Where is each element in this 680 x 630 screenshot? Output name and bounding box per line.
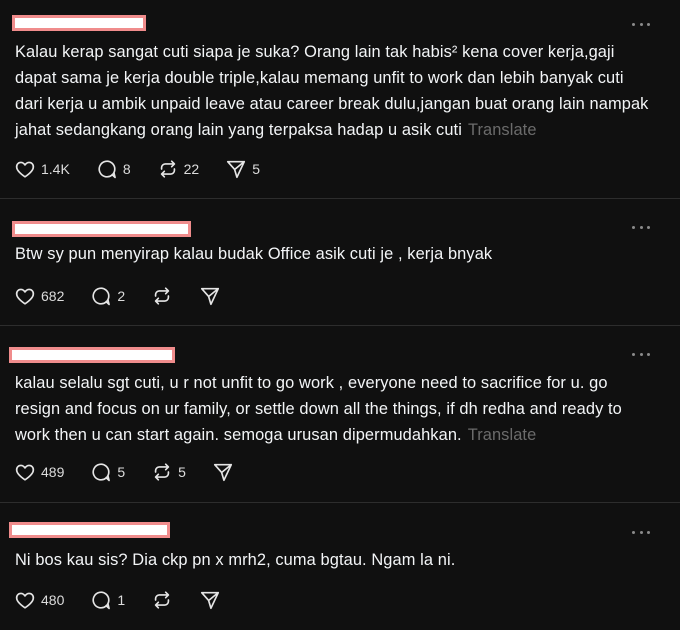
post-actions: 682 2 [14, 284, 247, 308]
translate-link[interactable]: Translate [468, 426, 537, 444]
heart-icon [15, 288, 35, 305]
post-actions: 480 1 [14, 588, 247, 612]
send-icon [213, 463, 233, 482]
translate-link[interactable]: Translate [468, 121, 537, 139]
comment-icon [98, 160, 116, 179]
post-actions: 1.4K 8 22 5 [14, 157, 286, 181]
reply-count: 5 [117, 464, 126, 480]
more-options-icon[interactable] [632, 529, 650, 535]
redacted-username [9, 347, 175, 363]
repost-icon [154, 463, 170, 481]
like-count: 682 [41, 288, 65, 304]
repost-button[interactable] [151, 589, 173, 611]
post-text: Ni bos kau sis? Dia ckp pn x mrh2, cuma … [15, 551, 456, 569]
reply-post: Ni bos kau sis? Dia ckp pn x mrh2, cuma … [0, 503, 680, 630]
like-button[interactable]: 682 [14, 285, 64, 307]
comment-icon [92, 287, 111, 306]
share-button[interactable] [199, 589, 221, 611]
heart-icon [15, 161, 35, 178]
share-button[interactable] [212, 461, 234, 483]
repost-icon [154, 591, 170, 609]
reply-button[interactable]: 5 [90, 461, 125, 483]
reply-post: Btw sy pun menyirap kalau budak Office a… [0, 199, 680, 326]
repost-icon [160, 160, 175, 178]
reply-button[interactable]: 2 [90, 285, 125, 307]
more-options-icon[interactable] [632, 224, 650, 230]
heart-icon [15, 592, 35, 609]
redacted-username [9, 522, 170, 538]
reply-post: kalau selalu sgt cuti, u r not unfit to … [0, 326, 680, 503]
share-button[interactable] [199, 285, 221, 307]
send-icon [201, 591, 220, 610]
reply-count: 8 [122, 161, 131, 177]
comment-icon [92, 463, 111, 482]
reply-count: 2 [117, 288, 126, 304]
send-icon [227, 160, 246, 179]
like-count: 480 [41, 592, 65, 608]
more-options-icon[interactable] [632, 21, 650, 27]
repost-button[interactable] [151, 285, 173, 307]
comment-icon [92, 591, 111, 610]
repost-count: 22 [183, 161, 200, 177]
share-button[interactable]: 5 [225, 158, 260, 180]
like-button[interactable]: 489 [14, 461, 64, 483]
reply-button[interactable]: 1 [90, 589, 125, 611]
more-options-icon[interactable] [632, 351, 650, 357]
reply-button[interactable]: 8 [96, 158, 131, 180]
like-button[interactable]: 1.4K [14, 158, 70, 180]
repost-count: 5 [178, 464, 186, 480]
repost-icon [154, 287, 170, 305]
reply-post: Kalau kerap sangat cuti siapa je suka? O… [0, 0, 680, 199]
like-count: 1.4K [41, 161, 70, 177]
share-count: 5 [252, 161, 260, 177]
send-icon [201, 287, 220, 306]
like-button[interactable]: 480 [14, 589, 64, 611]
post-text: kalau selalu sgt cuti, u r not unfit to … [15, 374, 622, 444]
repost-button[interactable]: 5 [151, 461, 186, 483]
reply-count: 1 [117, 592, 126, 608]
post-text: Btw sy pun menyirap kalau budak Office a… [15, 245, 493, 263]
post-text: Kalau kerap sangat cuti siapa je suka? O… [15, 43, 649, 139]
redacted-username [12, 221, 191, 237]
heart-icon [15, 464, 35, 481]
like-count: 489 [41, 464, 65, 480]
redacted-username [12, 15, 146, 31]
repost-button[interactable]: 22 [157, 158, 200, 180]
post-actions: 489 5 5 [14, 460, 260, 484]
